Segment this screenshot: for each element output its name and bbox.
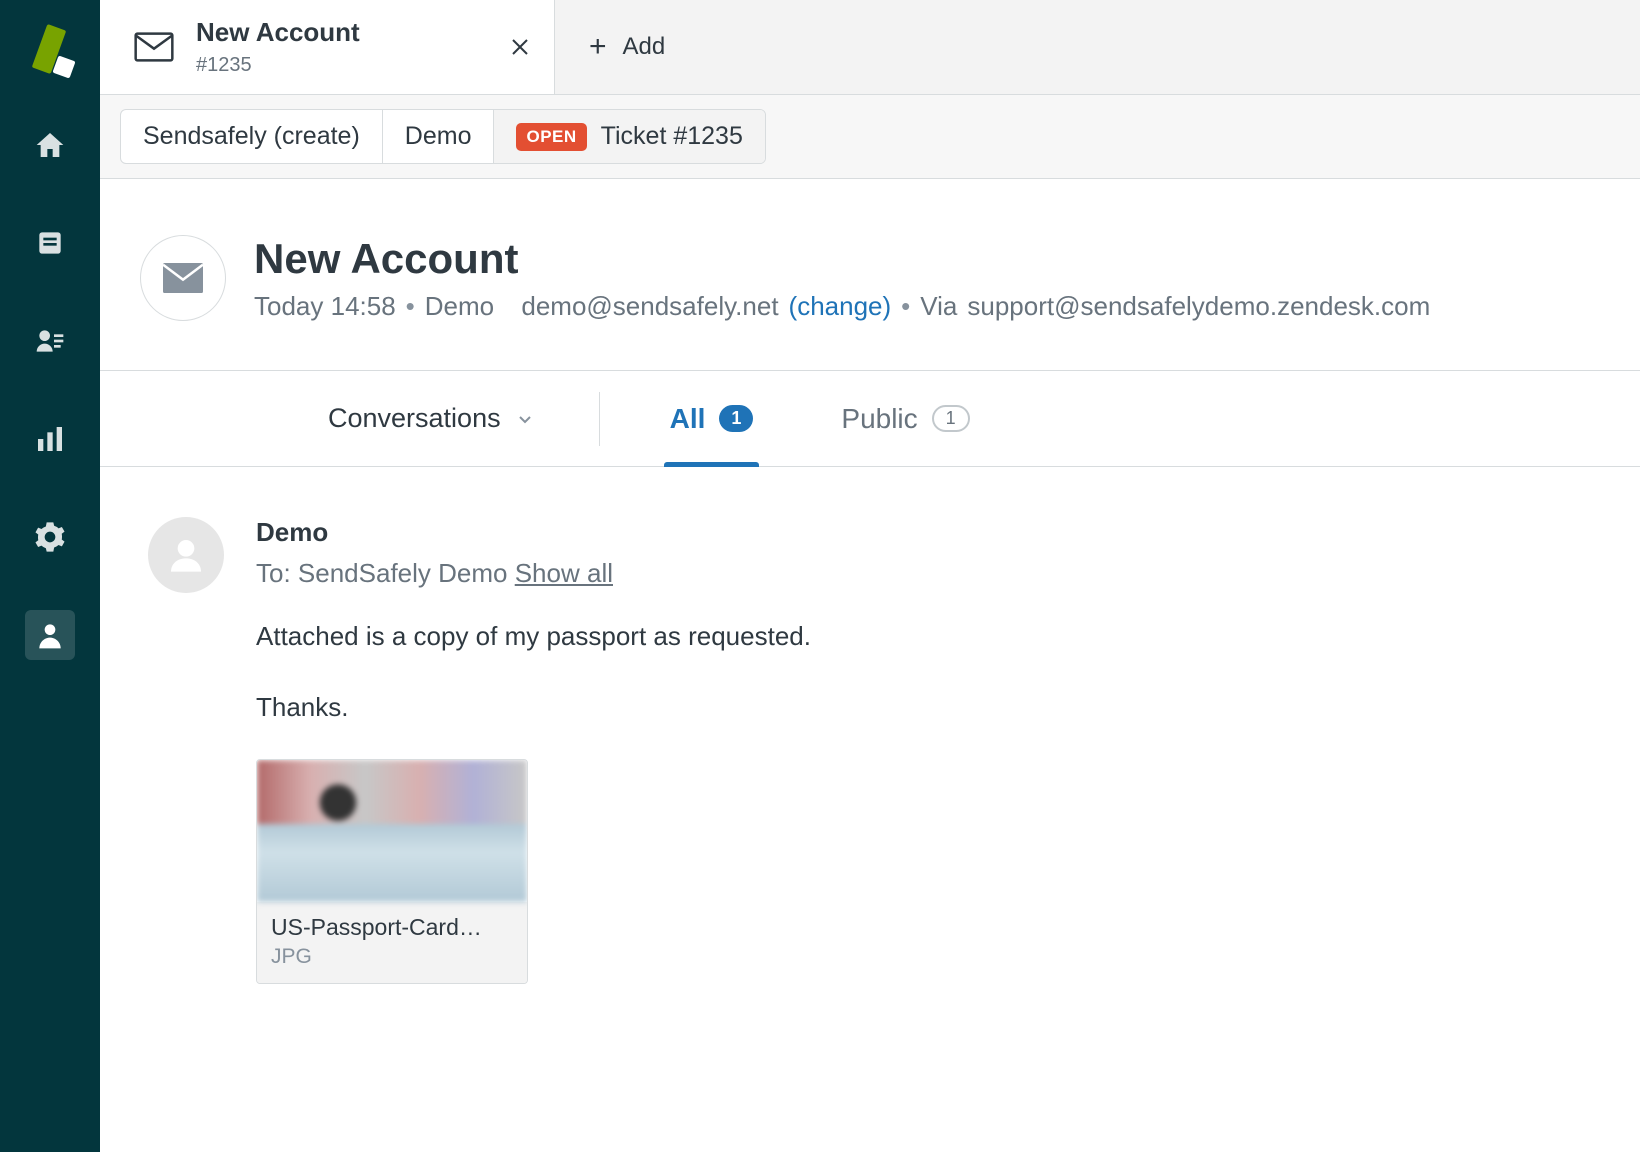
nav-customers[interactable]	[25, 316, 75, 366]
person-icon	[166, 535, 206, 575]
breadcrumb-org[interactable]: Sendsafely (create)	[121, 110, 383, 163]
nav-views[interactable]	[25, 218, 75, 268]
attachment[interactable]: US-Passport-Card… JPG	[256, 759, 528, 984]
tab-subtitle: #1235	[196, 53, 360, 77]
add-tab-label: Add	[623, 33, 666, 61]
zendesk-logo	[25, 22, 75, 72]
ticket-tab[interactable]: New Account #1235	[100, 0, 555, 94]
conversations-label: Conversations	[328, 403, 501, 434]
sidebar	[0, 0, 100, 1152]
close-icon	[508, 35, 532, 59]
views-icon	[34, 227, 66, 259]
conversations-dropdown[interactable]: Conversations	[328, 403, 535, 434]
attachment-thumbnail	[257, 760, 527, 902]
main: New Account #1235 + Add Sendsafely (crea…	[100, 0, 1640, 1152]
nav-reporting[interactable]	[25, 414, 75, 464]
nav-agent[interactable]	[25, 610, 75, 660]
agent-icon	[34, 619, 66, 651]
chevron-down-icon	[515, 409, 535, 429]
home-icon	[34, 129, 66, 161]
show-all-recipients-link[interactable]: Show all	[515, 558, 613, 588]
ticket-email: demo@sendsafely.net	[521, 291, 778, 322]
ticket-meta: Today 14:58 • Demo demo@sendsafely.net (…	[254, 291, 1430, 322]
mail-icon	[134, 32, 174, 62]
via-label: Via	[920, 291, 957, 322]
tab-bar: New Account #1235 + Add	[100, 0, 1640, 95]
customers-icon	[34, 325, 66, 357]
filter-count: 1	[932, 405, 970, 432]
via-email: support@sendsafelydemo.zendesk.com	[967, 291, 1430, 322]
plus-icon: +	[589, 30, 607, 64]
mail-icon	[162, 263, 204, 293]
add-tab-button[interactable]: + Add	[555, 0, 699, 94]
user-avatar[interactable]	[148, 517, 224, 593]
ticket-subject: New Account	[254, 235, 1430, 283]
message-to: To: SendSafely Demo Show all	[256, 558, 1600, 589]
breadcrumb: Sendsafely (create) Demo OPEN Ticket #12…	[120, 109, 766, 164]
message: Demo To: SendSafely Demo Show all Attach…	[100, 467, 1640, 1034]
breadcrumb-user[interactable]: Demo	[383, 110, 495, 163]
gear-icon	[34, 521, 66, 553]
nav-admin[interactable]	[25, 512, 75, 562]
filter-count: 1	[719, 405, 753, 432]
nav-home[interactable]	[25, 120, 75, 170]
breadcrumb-bar: Sendsafely (create) Demo OPEN Ticket #12…	[100, 95, 1640, 179]
message-from[interactable]: Demo	[256, 517, 1600, 548]
tab-close-button[interactable]	[508, 35, 532, 59]
reporting-icon	[34, 423, 66, 455]
filter-tab-label: All	[670, 403, 706, 435]
tab-title: New Account	[196, 17, 360, 48]
filter-tab-all[interactable]: All 1	[664, 371, 760, 466]
ticket-header: New Account Today 14:58 • Demo demo@send…	[100, 179, 1640, 371]
attachment-name: US-Passport-Card…	[271, 914, 513, 941]
status-badge: OPEN	[516, 123, 586, 151]
ticket-time: Today 14:58	[254, 291, 396, 322]
filter-tab-public[interactable]: Public 1	[835, 371, 975, 466]
attachment-type: JPG	[271, 945, 513, 969]
channel-avatar	[140, 235, 226, 321]
filter-tab-label: Public	[841, 403, 917, 435]
ticket-requester[interactable]: Demo	[425, 291, 494, 322]
conversation-filter-bar: Conversations All 1 Public 1	[100, 371, 1640, 467]
change-requester-link[interactable]: (change)	[789, 291, 892, 322]
breadcrumb-ticket[interactable]: OPEN Ticket #1235	[494, 110, 764, 163]
ticket-number-label: Ticket #1235	[601, 122, 743, 151]
message-body: Attached is a copy of my passport as req…	[256, 617, 1600, 727]
